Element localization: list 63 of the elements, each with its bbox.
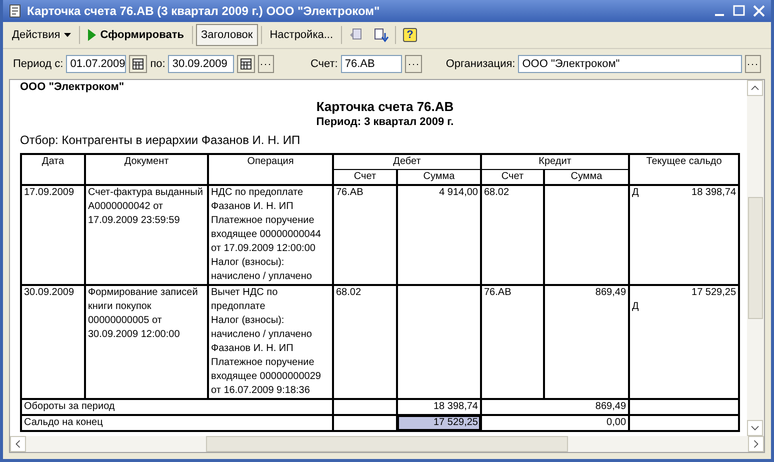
period-from-label: Период с: [13, 58, 64, 70]
table-cell: Вычет НДС по предоплате Налог (взносы): начислено / уплачено Фазанов И. Н. ИП Платежное поручение входящее 00000000029 от 16.07.2009 9:18:36 [208, 285, 333, 399]
table-cell: 0,00 [481, 415, 630, 431]
close-icon [751, 3, 767, 19]
table-cell: 76.АВ [481, 285, 544, 399]
table-cell: 17.09.2009 [21, 185, 85, 285]
report-title: Карточка счета 76.АВ [315, 99, 455, 114]
date-field[interactable]: 01.07.2009 [66, 55, 126, 73]
scroll-down-button[interactable] [747, 420, 763, 436]
horizontal-scrollbar[interactable] [10, 436, 764, 452]
calendar-button[interactable] [129, 55, 148, 73]
document-icon [7, 3, 23, 19]
table-cell: 76.АВ [333, 185, 397, 285]
minimize-icon [714, 14, 724, 16]
organization-name: ООО "Электроком" [20, 80, 126, 93]
vertical-scrollbar[interactable] [747, 80, 764, 436]
table-cell: НДС по предоплате Фазанов И. Н. ИП Платежное поручение входящее 00000000044 от 17.09.2009 12:00:00 Налог (взносы): начислено / уплачено [208, 185, 333, 285]
window-title: Карточка счета 76.АВ (3 квартал 2009 г.) ООО "Электроком" [27, 4, 381, 18]
header-toggle-button[interactable]: Заголовок [196, 24, 258, 46]
table-cell: Сальдо на конец [21, 415, 333, 431]
table-cell: 17 529,25 [397, 415, 481, 431]
organization-label: Организация: [446, 58, 516, 70]
period-to-label: по: [150, 58, 166, 70]
ellipsis-button[interactable] [405, 55, 422, 73]
settings-button[interactable]: Настройка... [264, 24, 338, 46]
actions-menu[interactable]: Действия [7, 24, 76, 46]
help-icon: ? [403, 28, 418, 42]
column-header: Текущее сальдо [629, 154, 740, 185]
close-button[interactable] [751, 4, 767, 18]
maximize-icon [731, 3, 747, 19]
table-cell: Обороты за период [21, 399, 333, 415]
table-cell: Формирование записей книги покупок 00000000005 от 30.09.2009 12:00:00 [85, 285, 208, 399]
scroll-right-button[interactable] [748, 436, 764, 452]
report-period: Период: 3 квартал 2009 г. [315, 116, 455, 128]
help-button[interactable]: ? [399, 24, 422, 46]
calendar-icon [130, 56, 146, 72]
table-cell: Д 18 398,74 [629, 185, 740, 285]
table-cell: 869,49 [481, 399, 630, 415]
column-header: Кредит [481, 154, 630, 170]
table-cell: 68.02 [333, 285, 397, 399]
ellipsis-button[interactable] [744, 55, 761, 73]
calendar-icon [238, 56, 254, 72]
table-cell: Счет-фактура выданный А0000000042 от 17.09.2009 23:59:59 [85, 185, 208, 285]
table-cell: 30.09.2009 [21, 285, 85, 399]
table-cell: 4 914,00 [397, 185, 481, 285]
scroll-left-button[interactable] [10, 436, 26, 452]
organization-field[interactable]: ООО "Электроком" [518, 55, 742, 73]
run-button[interactable]: Сформировать [83, 24, 189, 46]
document-arrow-icon [373, 27, 390, 43]
column-header: Дата [21, 154, 85, 185]
account-label: Счет: [310, 58, 338, 70]
scroll-up-button[interactable] [747, 80, 763, 96]
table-cell: 869,49 [544, 285, 630, 399]
account-field[interactable]: 76.АВ [340, 55, 402, 73]
play-icon [88, 29, 96, 41]
calendar-button[interactable] [236, 55, 255, 73]
filter-text: Отбор: Контрагенты в иерархии Фазанов И. Н. ИП [20, 133, 302, 147]
caret-icon [64, 33, 72, 37]
table-cell: 68.02 [481, 185, 544, 285]
table-cell: 17 529,25 Д [629, 285, 740, 399]
maximize-button[interactable] [731, 4, 747, 18]
date-field[interactable]: 30.09.2009 [168, 55, 234, 73]
column-header: Дебет [333, 154, 481, 170]
